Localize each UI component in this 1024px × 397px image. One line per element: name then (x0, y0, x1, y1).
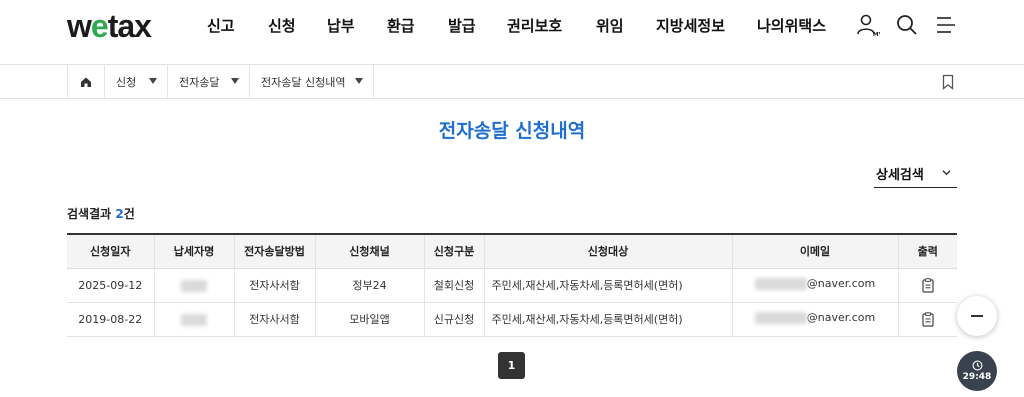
cell-target: 주민세,재산세,자동차세,등록면허세(면허) (484, 302, 733, 337)
nav-rights[interactable]: 권리보호 (507, 15, 562, 36)
redacted-email (754, 277, 807, 290)
session-timer[interactable]: 29:48 (957, 351, 997, 391)
col-type: 신청구분 (424, 233, 485, 269)
detail-search-toggle[interactable]: 상세검색 (874, 164, 957, 188)
redacted-email (754, 311, 807, 324)
caret-down-icon (355, 78, 363, 84)
wetax-logo[interactable]: wetax (67, 8, 152, 45)
cell-print[interactable] (898, 268, 957, 303)
result-prefix: 검색결과 (67, 207, 116, 221)
col-taxpayer: 납세자명 (154, 233, 235, 269)
menu-icon[interactable] (934, 13, 958, 37)
table-header-row: 신청일자 납세자명 전자송달방법 신청채널 신청구분 신청대상 이메일 출력 (67, 233, 957, 269)
cell-taxpayer (154, 268, 235, 303)
bookmark-icon[interactable] (941, 74, 955, 90)
breadcrumb-label: 신청 (116, 75, 137, 89)
caret-down-icon (149, 78, 157, 84)
nav-apply[interactable]: 신청 (268, 15, 296, 36)
cell-channel: 모바일앱 (315, 302, 425, 337)
nav-refund[interactable]: 환급 (387, 15, 415, 36)
caret-down-icon (231, 78, 239, 84)
email-domain: @naver.com (806, 311, 876, 325)
nav-issue[interactable]: 발급 (448, 15, 476, 36)
breadcrumb-label: 전자송달 신청내역 (261, 75, 346, 89)
breadcrumb: 신청 전자송달 전자송달 신청내역 (0, 64, 1024, 99)
home-icon (81, 77, 91, 87)
email-domain: @naver.com (806, 277, 876, 291)
cell-type: 철회신청 (424, 268, 485, 303)
col-email: 이메일 (732, 233, 899, 269)
breadcrumb-item-apply[interactable]: 신청 (105, 65, 168, 98)
my-badge: MY (873, 32, 880, 37)
cell-taxpayer (154, 302, 235, 337)
user-my-icon[interactable]: MY (856, 13, 880, 37)
result-suffix: 건 (123, 207, 135, 221)
redacted-name (181, 279, 207, 292)
nav-local-tax-info[interactable]: 지방세정보 (656, 15, 725, 36)
page-title: 전자송달 신청내역 (438, 120, 586, 142)
collapse-button[interactable] (957, 296, 997, 336)
clipboard-print-icon[interactable] (922, 277, 934, 293)
table-row: 2019-08-22 전자사서함 모바일앱 신규신청 주민세,재산세,자동차세,… (67, 302, 957, 337)
cell-email: @naver.com (732, 268, 899, 303)
site-header: wetax 신고 신청 납부 환급 발급 권리보호 위임 지방세정보 나의위택스… (0, 0, 1024, 64)
col-method: 전자송달방법 (234, 233, 316, 269)
nav-delegate[interactable]: 위임 (596, 15, 624, 36)
cell-method: 전자사서함 (234, 268, 316, 303)
nav-report[interactable]: 신고 (207, 15, 235, 36)
detail-search-label: 상세검색 (876, 168, 924, 183)
clock-icon (972, 360, 982, 371)
breadcrumb-label: 전자송달 (179, 75, 220, 89)
breadcrumb-home[interactable] (67, 65, 105, 98)
cell-type: 신규신청 (424, 302, 485, 337)
timer-text: 29:48 (962, 372, 992, 382)
breadcrumb-item-edelivery[interactable]: 전자송달 (168, 65, 250, 98)
nav-my-wetax[interactable]: 나의위택스 (757, 15, 826, 36)
table-row: 2025-09-12 전자사서함 정부24 철회신청 주민세,재산세,자동차세,… (67, 268, 957, 303)
result-number: 2 (115, 207, 124, 221)
col-print: 출력 (898, 233, 957, 269)
breadcrumb-item-current[interactable]: 전자송달 신청내역 (250, 65, 374, 98)
nav-pay[interactable]: 납부 (327, 15, 355, 36)
clipboard-print-icon[interactable] (922, 311, 934, 327)
col-channel: 신청채널 (315, 233, 425, 269)
cell-date: 2019-08-22 (67, 302, 155, 337)
cell-date: 2025-09-12 (67, 268, 155, 303)
minus-icon (971, 315, 983, 317)
chevron-down-icon (942, 170, 951, 176)
search-icon[interactable] (895, 13, 919, 37)
cell-channel: 정부24 (315, 268, 425, 303)
cell-method: 전자사서함 (234, 302, 316, 337)
cell-email: @naver.com (732, 302, 899, 337)
cell-target: 주민세,재산세,자동차세,등록면허세(면허) (484, 268, 733, 303)
application-table: 신청일자 납세자명 전자송달방법 신청채널 신청구분 신청대상 이메일 출력 2… (67, 233, 957, 337)
cell-print[interactable] (898, 302, 957, 337)
redacted-name (181, 313, 207, 326)
col-date: 신청일자 (67, 233, 155, 269)
result-count: 검색결과 2건 (67, 205, 135, 222)
col-target: 신청대상 (484, 233, 733, 269)
page-button-current[interactable]: 1 (498, 352, 525, 379)
